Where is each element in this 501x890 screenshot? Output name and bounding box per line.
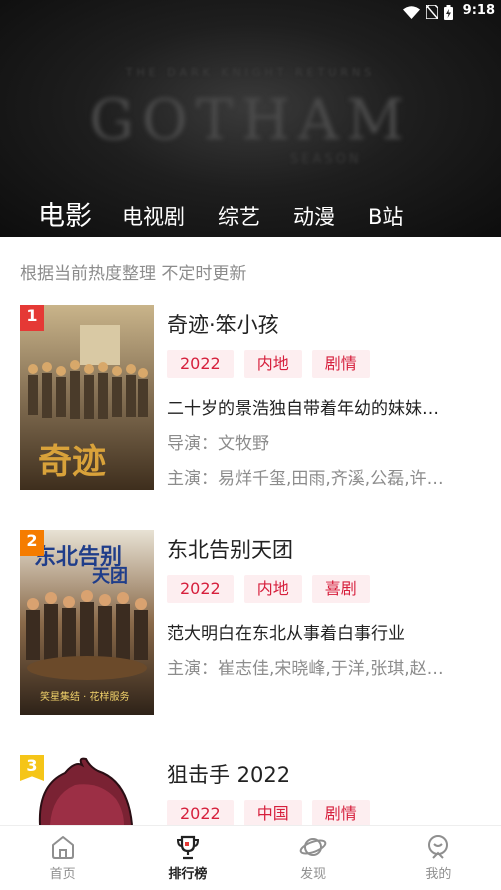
tag-year: 2022 — [167, 575, 234, 603]
tag-genre: 喜剧 — [311, 575, 370, 603]
tag-list: 2022 内地 剧情 — [167, 350, 370, 378]
ranking-item[interactable]: 3 狙击手 2022 2022 中国 剧情 — [20, 755, 490, 825]
tag-region: 内地 — [243, 575, 302, 603]
nav-home[interactable]: 首页 — [0, 826, 125, 890]
banner: THE DARK KNIGHT RETURNS GOTHAM SEASON 9:… — [0, 0, 501, 237]
rank-badge: 1 — [20, 305, 44, 331]
nav-discover[interactable]: 发现 — [251, 826, 376, 890]
battery-icon — [444, 4, 453, 20]
tag-genre: 剧情 — [311, 800, 370, 825]
status-time: 9:18 — [462, 3, 495, 18]
tab-variety[interactable]: 综艺 — [218, 201, 260, 233]
svg-text:天团: 天团 — [92, 566, 128, 587]
movie-poster[interactable]: 奇迹 1 — [20, 305, 154, 490]
svg-text:奇迹: 奇迹 — [38, 442, 106, 482]
wifi-icon — [403, 5, 420, 19]
tag-region: 内地 — [243, 350, 302, 378]
list-subtitle: 根据当前热度整理 不定时更新 — [20, 264, 247, 284]
profile-icon — [428, 835, 449, 859]
nav-profile[interactable]: 我的 — [376, 826, 501, 890]
ranking-item[interactable]: 奇迹 1 奇迹·笨小孩 2022 内地 剧情 二十岁的景浩独自带着年幼的妹妹来到… — [20, 305, 490, 490]
movie-cast: 主演：易烊千玺,田雨,齐溪,公磊,许君聪 — [167, 469, 447, 489]
nav-ranking[interactable]: 排行榜 — [125, 826, 250, 890]
tag-year: 2022 — [167, 350, 234, 378]
movie-title[interactable]: 狙击手 2022 — [167, 759, 290, 789]
movie-cast: 主演：崔志佳,宋晓峰,于洋,张琪,赵家琪 — [167, 659, 447, 679]
tag-year: 2022 — [167, 800, 234, 825]
home-icon — [51, 836, 74, 859]
tab-tv-series[interactable]: 电视剧 — [122, 201, 185, 233]
tag-region: 中国 — [243, 800, 302, 825]
tab-movie[interactable]: 电影 — [38, 201, 92, 233]
banner-subtitle: SEASON — [290, 152, 362, 167]
movie-title[interactable]: 奇迹·笨小孩 — [167, 309, 279, 339]
movie-description: 二十岁的景浩独自带着年幼的妹妹来到深圳生活 — [167, 399, 447, 419]
planet-icon — [299, 838, 327, 856]
bottom-nav: 首页 排行榜 发现 我的 — [0, 825, 501, 890]
category-tabs: 电影 电视剧 综艺 动漫 B站 — [38, 193, 436, 233]
tag-list: 2022 中国 剧情 — [167, 800, 370, 825]
movie-poster[interactable]: 东北告别 天团 笑星集结 · 花样服务 2 — [20, 530, 154, 715]
movie-director: 导演：文牧野 — [167, 434, 269, 454]
nav-profile-label: 我的 — [425, 867, 452, 882]
movie-poster[interactable]: 3 — [20, 755, 154, 825]
ranking-item[interactable]: 东北告别 天团 笑星集结 · 花样服务 2 东北告别天团 2022 内地 喜剧 … — [20, 530, 490, 715]
nav-home-label: 首页 — [49, 867, 76, 882]
nav-ranking-label: 排行榜 — [168, 867, 208, 882]
nav-discover-label: 发现 — [300, 867, 327, 882]
movie-description: 范大明白在东北从事着白事行业 — [167, 624, 405, 644]
no-sim-icon — [426, 5, 438, 19]
svg-text:笑星集结 · 花样服务: 笑星集结 · 花样服务 — [40, 690, 130, 703]
banner-title: GOTHAM — [89, 88, 412, 153]
rank-badge: 2 — [20, 530, 44, 556]
trophy-icon — [176, 835, 199, 860]
status-bar: 9:18 — [0, 0, 501, 24]
tab-bilibili[interactable]: B站 — [368, 201, 403, 233]
tag-genre: 剧情 — [311, 350, 370, 378]
movie-title[interactable]: 东北告别天团 — [167, 534, 293, 564]
banner-tagline: THE DARK KNIGHT RETURNS — [125, 66, 376, 79]
tag-list: 2022 内地 喜剧 — [167, 575, 370, 603]
tab-anime[interactable]: 动漫 — [293, 201, 335, 233]
